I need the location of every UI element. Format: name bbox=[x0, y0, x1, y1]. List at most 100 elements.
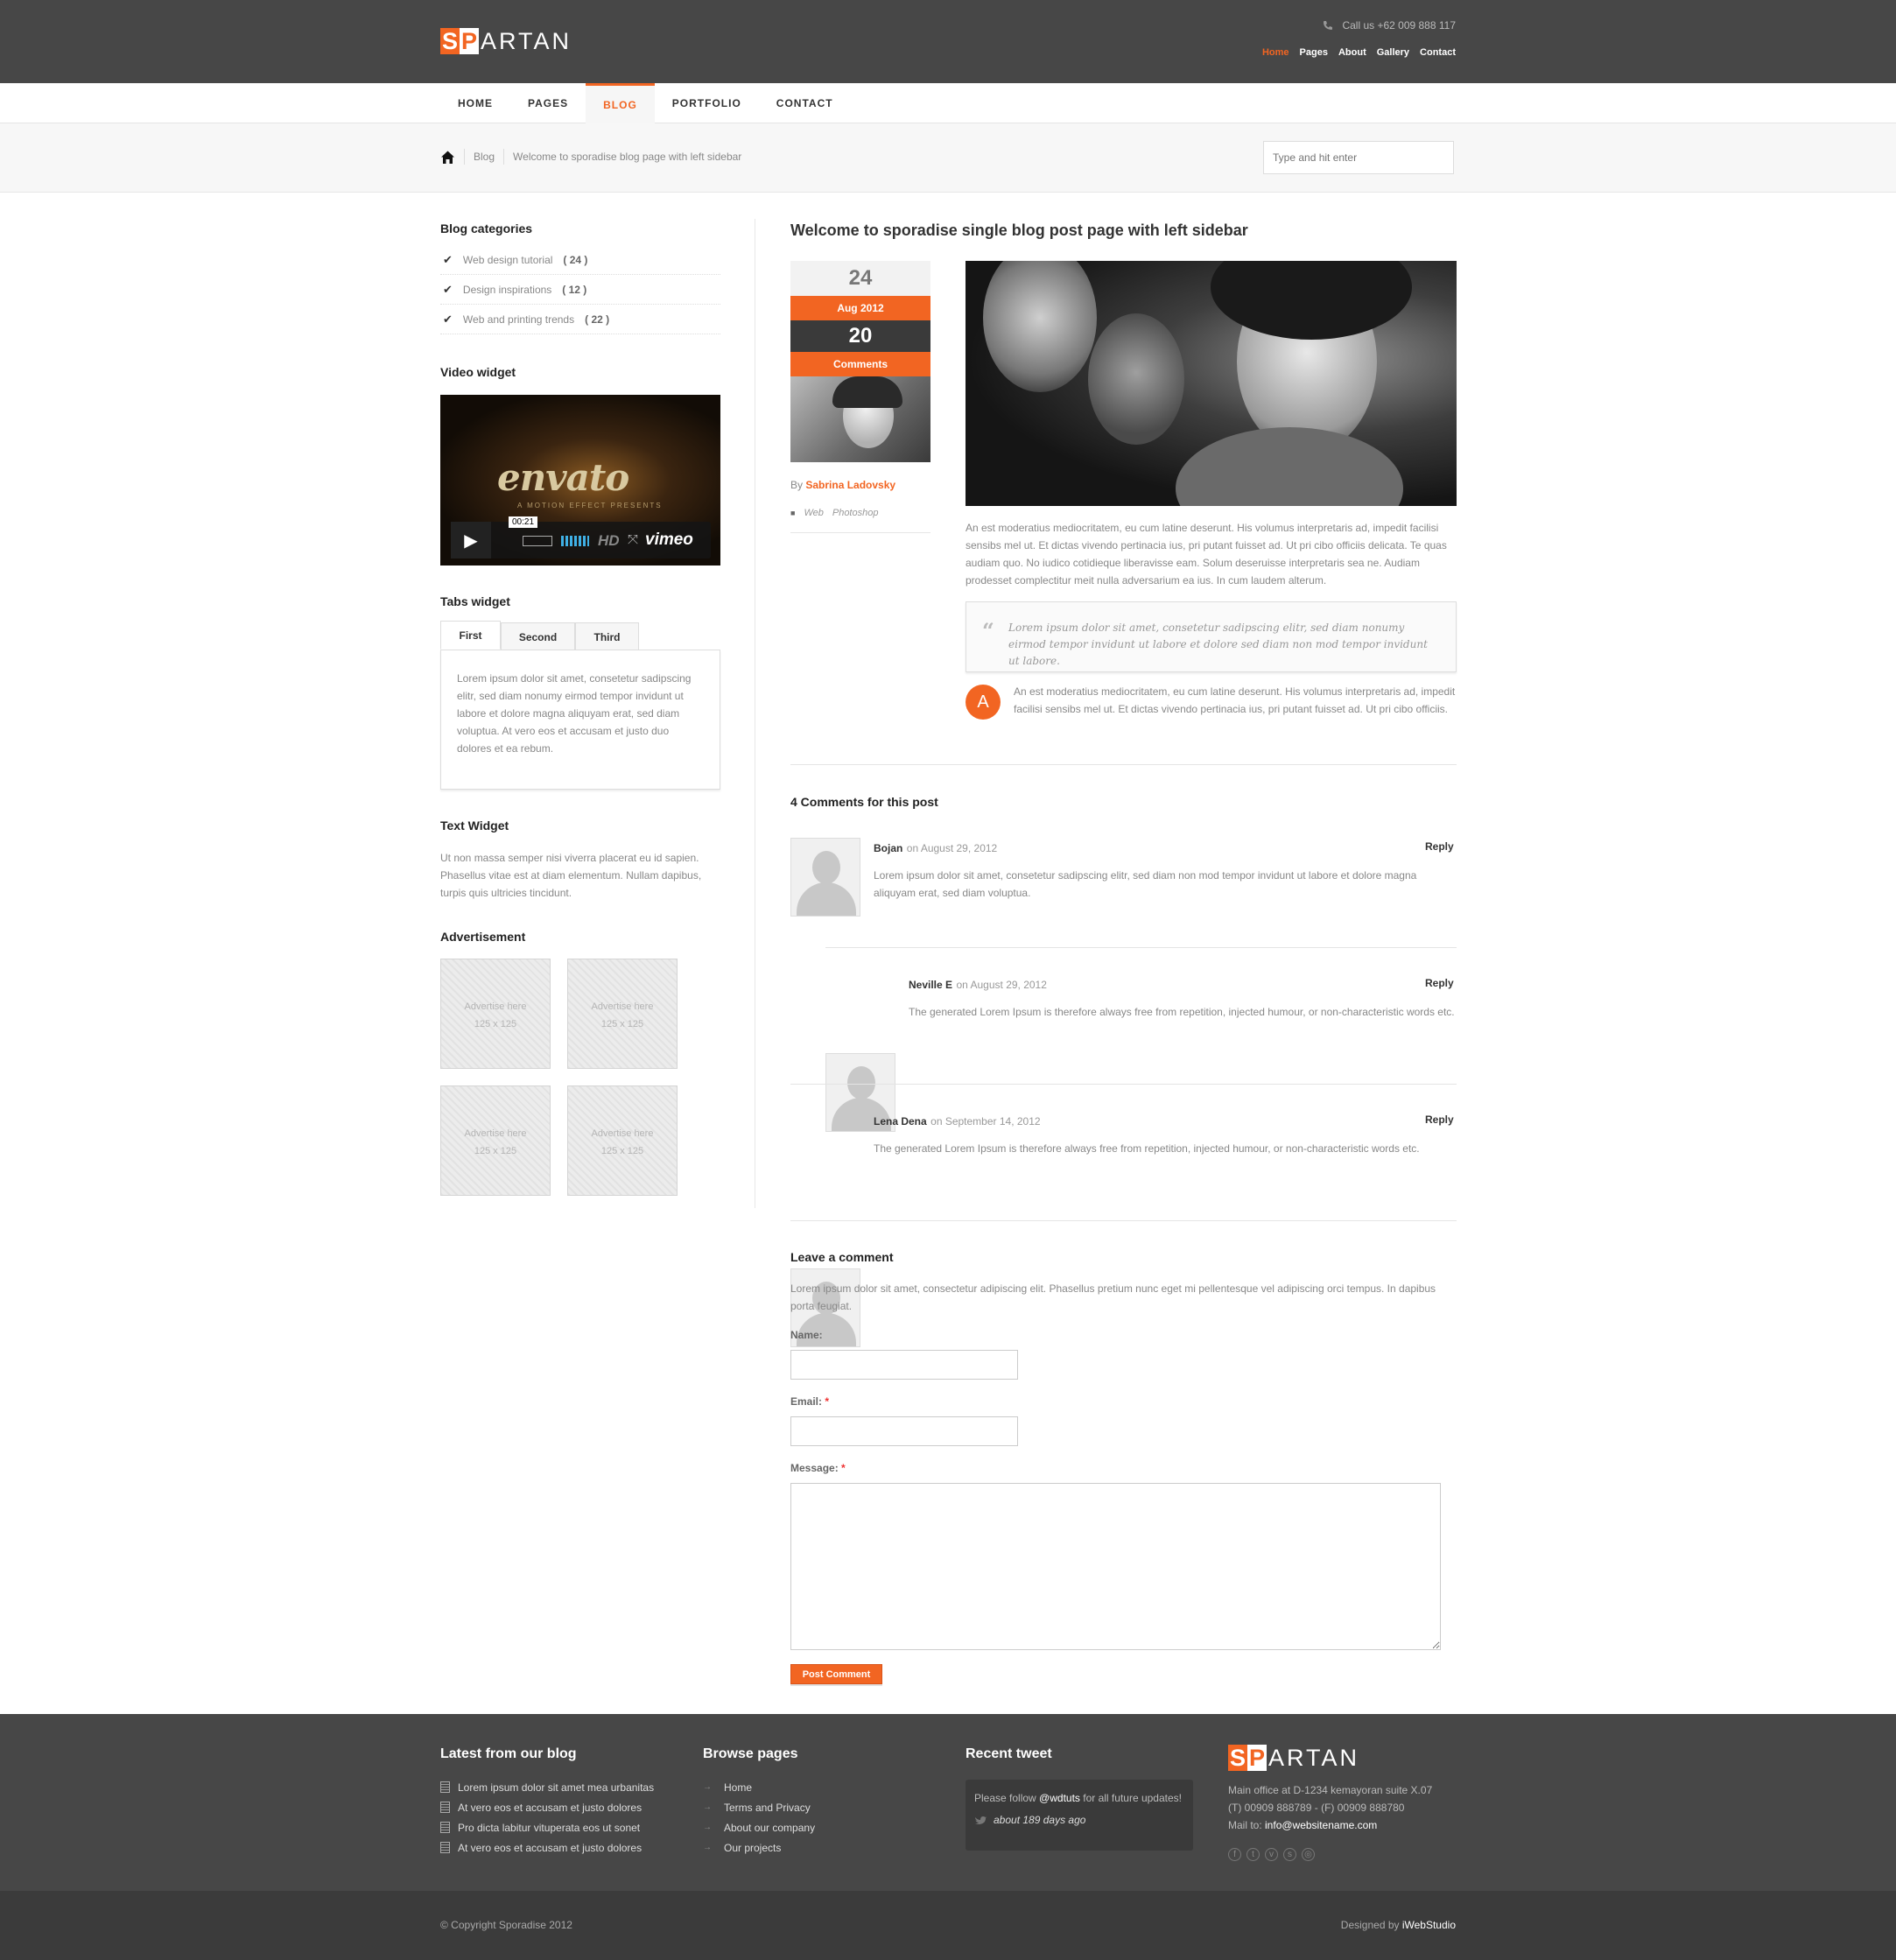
divider bbox=[790, 764, 1457, 765]
footer-logo[interactable]: SP ARTAN bbox=[1228, 1745, 1359, 1771]
top-nav-contact[interactable]: Contact bbox=[1420, 47, 1456, 58]
category-label: Web design tutorial bbox=[462, 253, 553, 266]
vimeo-icon[interactable]: v bbox=[1265, 1848, 1278, 1861]
hd-toggle[interactable]: HD bbox=[598, 532, 620, 550]
breadcrumb-blog[interactable]: Blog bbox=[474, 151, 495, 163]
post-paragraph-2: An est moderatius mediocritatem, eu cum … bbox=[1014, 685, 1456, 715]
post-title: Welcome to sporadise single blog post pa… bbox=[790, 221, 1248, 239]
category-item[interactable]: ✔ Web design tutorial ( 24 ) bbox=[440, 245, 720, 275]
footer-page-item[interactable]: → Terms and Privacy bbox=[703, 1797, 815, 1817]
main-nav-contact[interactable]: CONTACT bbox=[759, 83, 851, 123]
footer-mail-link[interactable]: info@websitename.com bbox=[1265, 1819, 1377, 1831]
top-nav-about[interactable]: About bbox=[1338, 47, 1366, 58]
top-nav-pages[interactable]: Pages bbox=[1300, 47, 1328, 58]
dribbble-icon[interactable]: ◎ bbox=[1302, 1848, 1315, 1861]
name-field[interactable] bbox=[790, 1350, 1018, 1380]
ad-slot[interactable]: Advertise here 125 x 125 bbox=[440, 959, 551, 1069]
comment-name: Neville E bbox=[909, 979, 953, 991]
comments-link[interactable]: Comments bbox=[790, 352, 930, 376]
reply-button[interactable]: Reply bbox=[1425, 977, 1454, 989]
twitter-icon[interactable]: t bbox=[1246, 1848, 1260, 1861]
top-header bbox=[0, 0, 1896, 83]
ad-label: Advertise here bbox=[464, 1128, 527, 1139]
main-nav-blog[interactable]: BLOG bbox=[586, 83, 655, 123]
tweet-time: about 189 days ago bbox=[974, 1812, 1184, 1829]
footer-blog-link: Lorem ipsum dolor sit amet mea urbanitas bbox=[458, 1781, 655, 1794]
tab-second[interactable]: Second bbox=[501, 622, 575, 650]
check-icon: ✔ bbox=[443, 252, 453, 266]
video-widget-title: Video widget bbox=[440, 365, 516, 379]
category-item[interactable]: ✔ Design inspirations ( 12 ) bbox=[440, 275, 720, 305]
author-photo bbox=[790, 376, 930, 462]
post-author: By Sabrina Ladovsky bbox=[790, 479, 895, 491]
tab-first[interactable]: First bbox=[440, 621, 501, 650]
ad-label: Advertise here bbox=[591, 1001, 654, 1012]
facebook-icon[interactable]: f bbox=[1228, 1848, 1241, 1861]
main-nav-home[interactable]: HOME bbox=[440, 83, 510, 123]
tag-web[interactable]: Web bbox=[804, 508, 823, 518]
tweet-handle[interactable]: @wdtuts bbox=[1039, 1792, 1080, 1804]
video-player[interactable]: envato A MOTION EFFECT PRESENTS ▶ 00:21 … bbox=[440, 395, 720, 566]
message-label-text: Message: bbox=[790, 1462, 839, 1474]
ad-slot[interactable]: Advertise here 125 x 125 bbox=[567, 959, 678, 1069]
logo-letter-p: P bbox=[460, 28, 479, 54]
play-icon[interactable]: ▶ bbox=[451, 522, 491, 558]
category-count: ( 12 ) bbox=[562, 283, 587, 296]
ad-slot[interactable]: Advertise here 125 x 125 bbox=[440, 1085, 551, 1196]
post-comment-button[interactable]: Post Comment bbox=[790, 1664, 882, 1684]
footer-pages-title: Browse pages bbox=[703, 1746, 798, 1761]
footer-blog-list: Lorem ipsum dolor sit amet mea urbanitas… bbox=[440, 1777, 654, 1858]
check-icon: ✔ bbox=[443, 282, 453, 296]
comment-date: on August 29, 2012 bbox=[906, 842, 998, 854]
top-nav-gallery[interactable]: Gallery bbox=[1377, 47, 1409, 58]
footer-blog-item[interactable]: Pro dicta labitur vituperata eos ut sone… bbox=[440, 1817, 654, 1837]
copyright: © Copyright Sporadise 2012 bbox=[440, 1919, 572, 1931]
footer-contact: Main office at D-1234 kemayoran suite X.… bbox=[1228, 1781, 1432, 1834]
top-nav-home[interactable]: Home bbox=[1262, 47, 1289, 58]
skype-icon[interactable]: s bbox=[1283, 1848, 1296, 1861]
footer-page-item[interactable]: → Home bbox=[703, 1777, 815, 1797]
arrow-right-icon: → bbox=[703, 1782, 712, 1792]
author-link[interactable]: Sabrina Ladovsky bbox=[805, 479, 895, 491]
comment-text: Lorem ipsum dolor sit amet, consetetur s… bbox=[874, 869, 1417, 899]
tab-third[interactable]: Third bbox=[575, 622, 639, 650]
video-progress-bar[interactable] bbox=[523, 536, 552, 546]
reply-button[interactable]: Reply bbox=[1425, 1113, 1454, 1126]
post-day: 24 bbox=[790, 261, 930, 296]
ad-slot[interactable]: Advertise here 125 x 125 bbox=[567, 1085, 678, 1196]
advertisement-title: Advertisement bbox=[440, 930, 526, 944]
sub-footer bbox=[0, 1891, 1896, 1960]
designer-link[interactable]: iWebStudio bbox=[1402, 1919, 1456, 1931]
category-item[interactable]: ✔ Web and printing trends ( 22 ) bbox=[440, 305, 720, 334]
designed-by-label: Designed by bbox=[1340, 1919, 1402, 1931]
footer-blog-item[interactable]: At vero eos et accusam et justo dolores bbox=[440, 1837, 654, 1858]
message-field[interactable] bbox=[790, 1483, 1441, 1650]
email-field[interactable] bbox=[790, 1416, 1018, 1446]
footer-blog-item[interactable]: At vero eos et accusam et justo dolores bbox=[440, 1797, 654, 1817]
comment-text: The generated Lorem Ipsum is therefore a… bbox=[909, 1006, 1455, 1018]
vimeo-logo[interactable]: vimeo bbox=[645, 530, 693, 550]
fullscreen-icon[interactable]: ⤧ bbox=[628, 532, 638, 547]
logo-letter-s: S bbox=[1228, 1745, 1247, 1771]
site-logo[interactable]: SP ARTAN bbox=[440, 28, 572, 54]
leave-comment-title: Leave a comment bbox=[790, 1250, 894, 1264]
breadcrumb-current: Welcome to sporadise blog page with left… bbox=[513, 151, 742, 163]
tag-photoshop[interactable]: Photoshop bbox=[832, 508, 879, 518]
ad-label: Advertise here bbox=[464, 1001, 527, 1012]
ad-size: 125 x 125 bbox=[474, 1146, 517, 1156]
main-nav-pages[interactable]: PAGES bbox=[510, 83, 586, 123]
footer-page-item[interactable]: → Our projects bbox=[703, 1837, 815, 1858]
arrow-right-icon: → bbox=[703, 1843, 712, 1852]
main-nav-portfolio[interactable]: PORTFOLIO bbox=[655, 83, 759, 123]
footer-page-item[interactable]: → About our company bbox=[703, 1817, 815, 1837]
volume-icon[interactable] bbox=[561, 536, 589, 546]
home-icon[interactable] bbox=[440, 150, 455, 165]
reply-button[interactable]: Reply bbox=[1425, 840, 1454, 853]
ad-size: 125 x 125 bbox=[474, 1019, 517, 1029]
phone-text: Call us +62 009 888 117 bbox=[1342, 19, 1456, 32]
tag-bullet-icon: ■ bbox=[790, 509, 796, 517]
tabs-widget-title: Tabs widget bbox=[440, 594, 510, 608]
footer-blog-item[interactable]: Lorem ipsum dolor sit amet mea urbanitas bbox=[440, 1777, 654, 1797]
leave-comment-intro: Lorem ipsum dolor sit amet, consectetur … bbox=[790, 1282, 1436, 1312]
search-input[interactable] bbox=[1263, 141, 1454, 174]
